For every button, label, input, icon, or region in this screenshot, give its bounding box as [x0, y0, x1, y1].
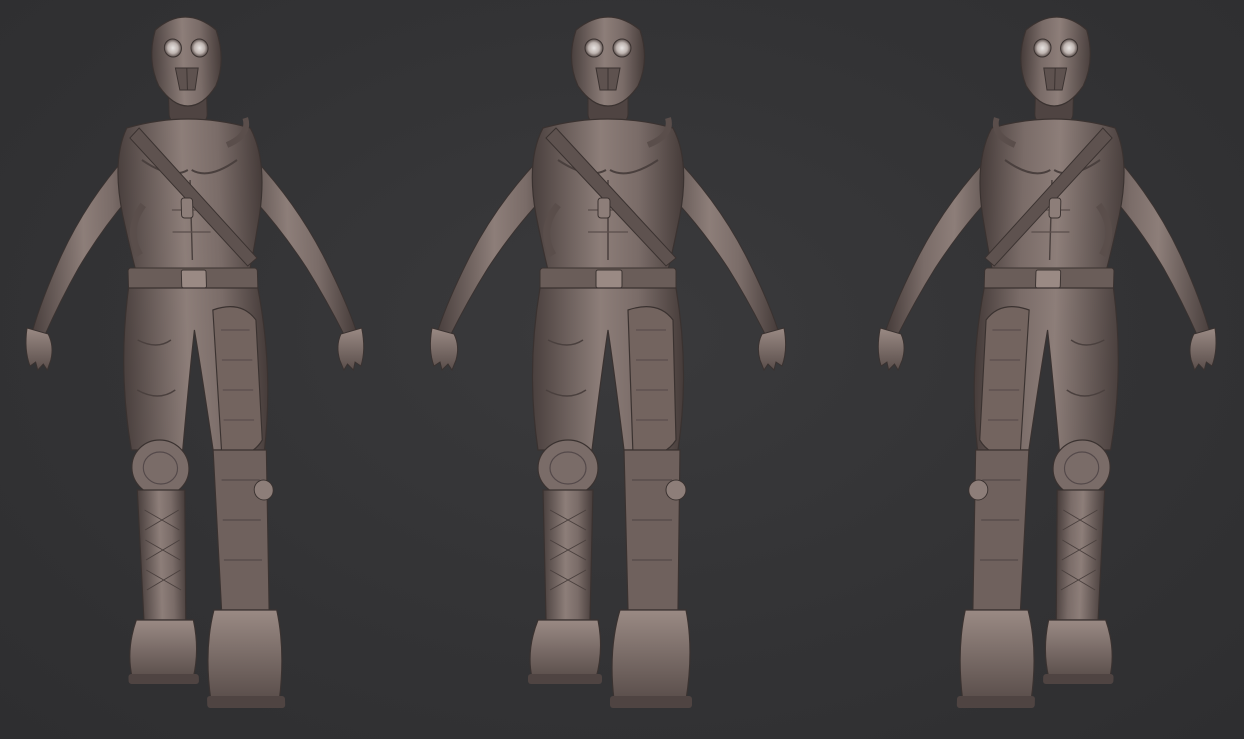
render-viewport: [0, 0, 1244, 739]
figure-three-quarter-right: [868, 17, 1226, 708]
figure-front: [430, 17, 785, 708]
character-turnaround: [0, 0, 1244, 739]
figure-three-quarter-left: [16, 17, 374, 708]
